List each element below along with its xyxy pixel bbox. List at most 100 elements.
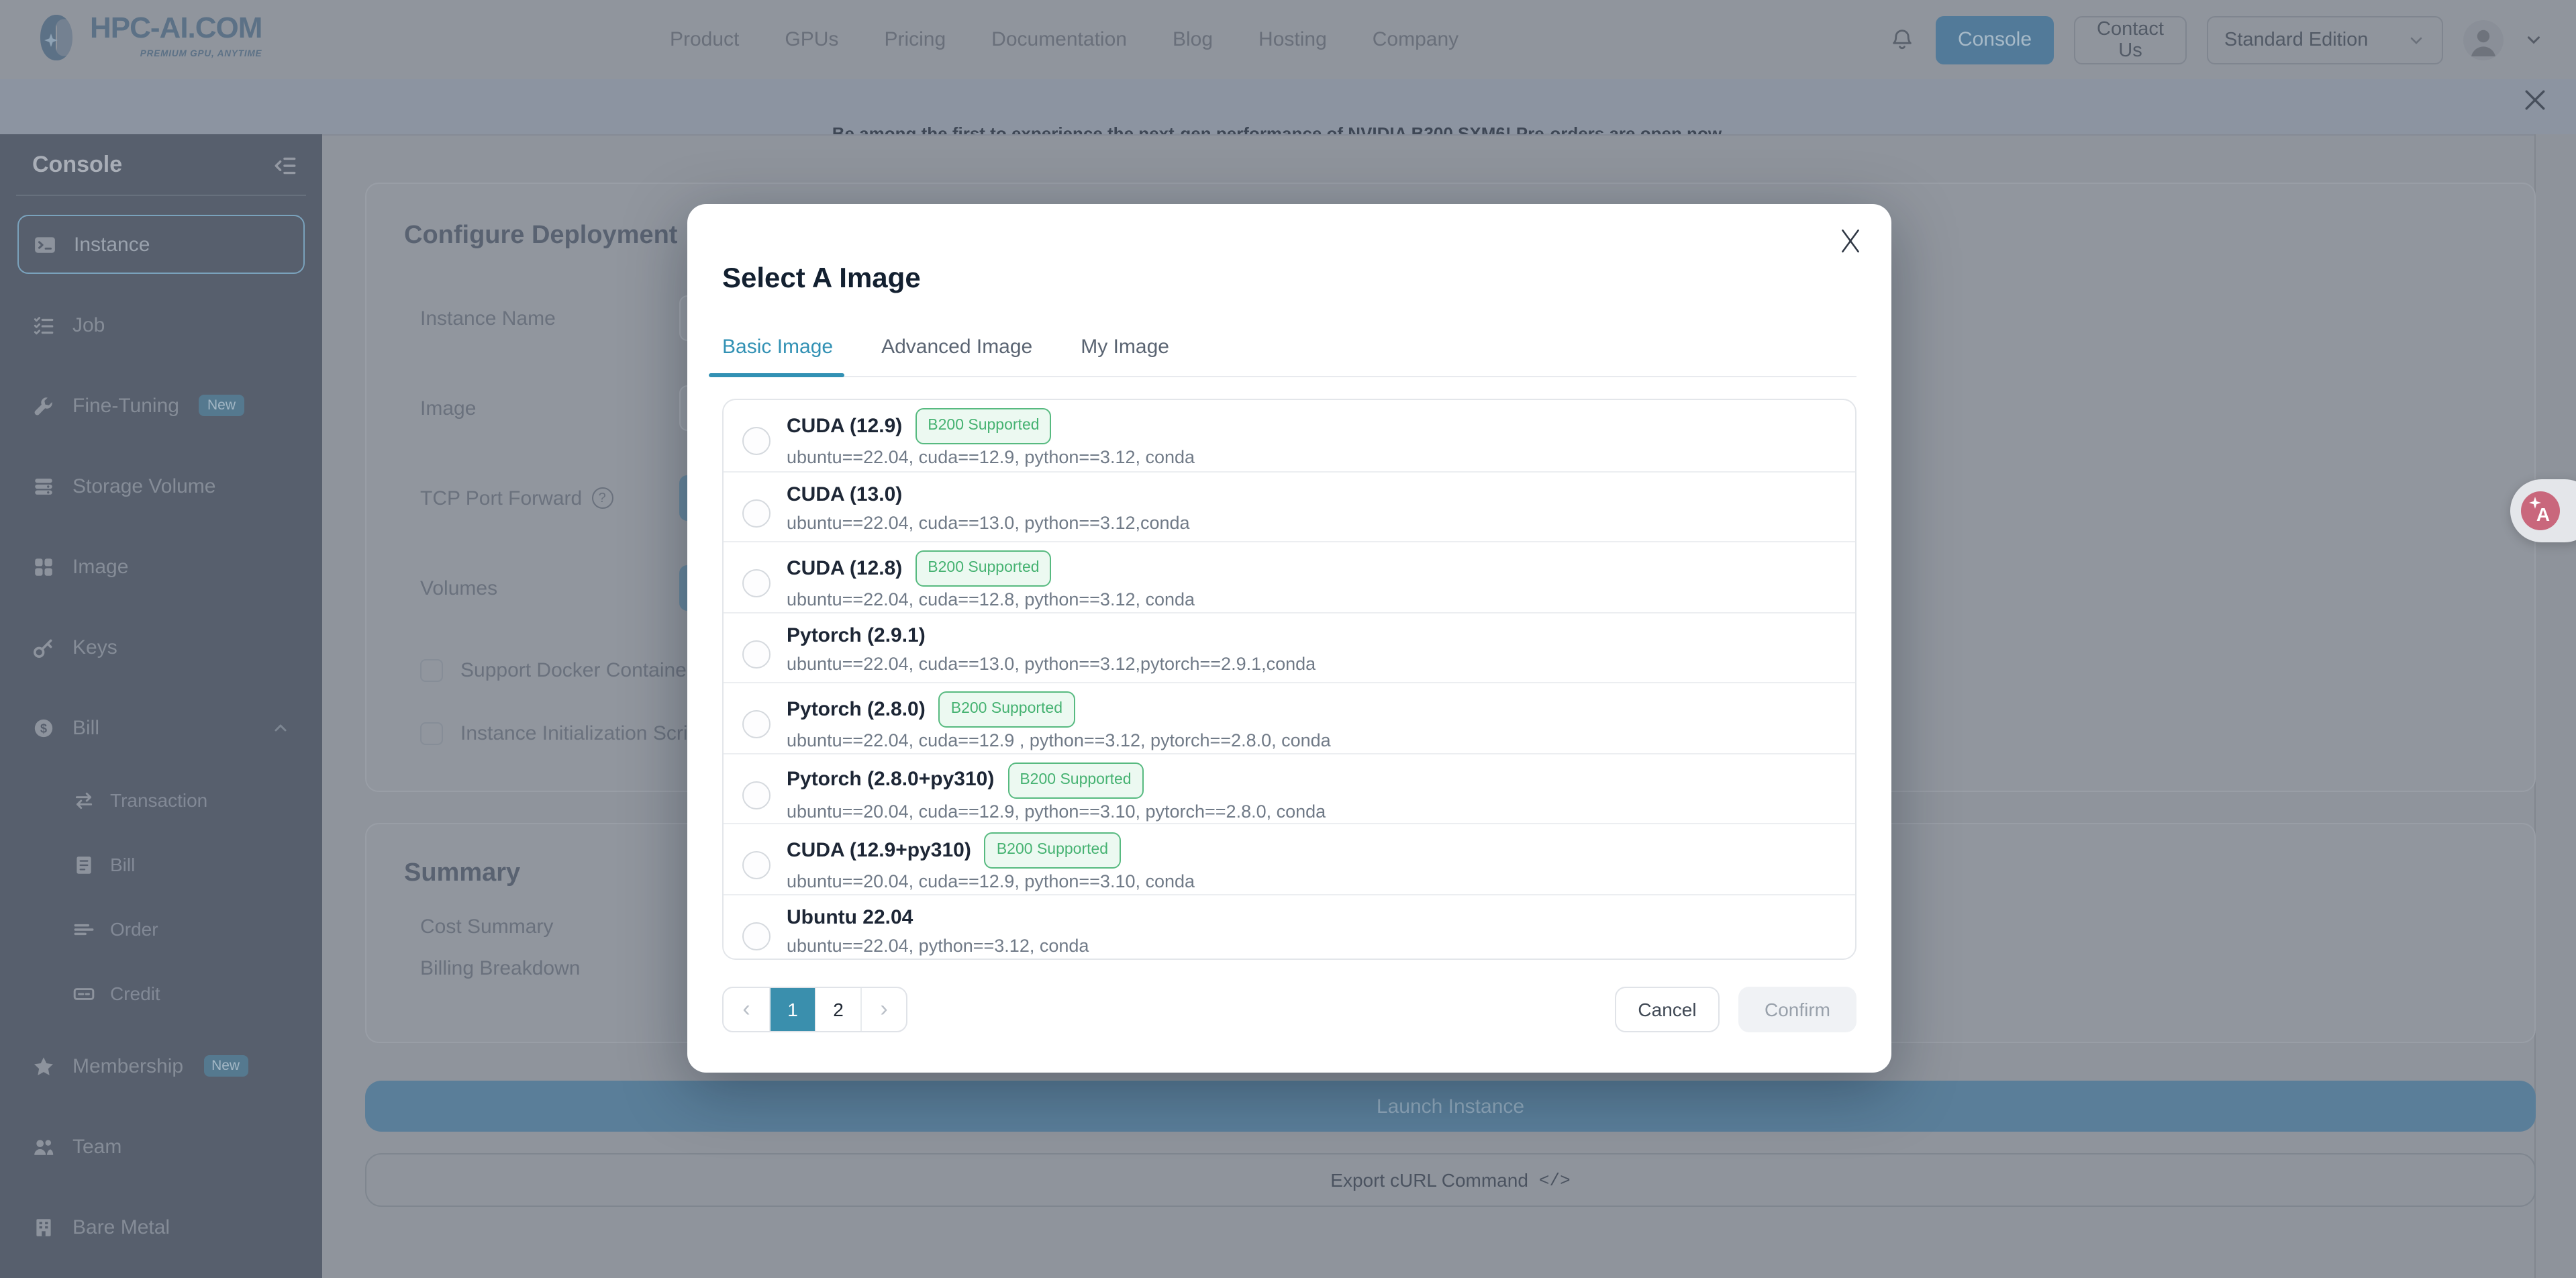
code-icon: </> xyxy=(1539,1170,1571,1190)
tab-advanced-image[interactable]: Advanced Image xyxy=(881,336,1032,358)
contact-us-button[interactable]: Contact Us xyxy=(2074,15,2187,64)
sidebar-item-label: Bare Metal xyxy=(72,1216,170,1238)
sidebar-item-keys[interactable]: Keys xyxy=(17,618,305,677)
image-option-row[interactable]: CUDA (13.0)ubuntu==22.04, cuda==13.0, py… xyxy=(724,471,1855,541)
image-description: ubuntu==20.04, cuda==12.9, python==3.10,… xyxy=(787,870,1195,894)
logo[interactable]: HPC-AI.COM PREMIUM GPU, ANYTIME xyxy=(32,8,262,67)
key-icon xyxy=(32,636,55,658)
sidebar-item-fine-tuning[interactable]: Fine-TuningNew xyxy=(17,376,305,435)
page-1-button[interactable]: 1 xyxy=(769,988,815,1031)
nav-link-gpus[interactable]: GPUs xyxy=(785,28,838,51)
nav-link-company[interactable]: Company xyxy=(1373,28,1458,51)
radio-button[interactable] xyxy=(742,710,771,738)
sidebar-item-label: Keys xyxy=(72,636,117,658)
export-curl-button[interactable]: Export cURL Command </> xyxy=(365,1153,2536,1207)
nav-link-pricing[interactable]: Pricing xyxy=(884,28,946,51)
b200-supported-badge: B200 Supported xyxy=(939,691,1075,728)
sidebar-item-transaction[interactable]: Transaction xyxy=(17,779,305,822)
image-description: ubuntu==22.04, cuda==13.0, python==3.12,… xyxy=(787,511,1190,535)
image-option-row[interactable]: Pytorch (2.8.0) B200 Supportedubuntu==22.… xyxy=(724,682,1855,752)
chevron-down-icon xyxy=(2407,30,2426,49)
image-name: Pytorch (2.8.0+py310) xyxy=(787,765,994,795)
help-icon[interactable]: ? xyxy=(591,487,613,509)
account-chevron-down-icon[interactable] xyxy=(2524,30,2544,50)
image-option-row[interactable]: CUDA (12.9+py310) B200 Supportedubuntu==2… xyxy=(724,823,1855,893)
sidebar-item-job[interactable]: Job xyxy=(17,295,305,354)
image-option-row[interactable]: Pytorch (2.8.0+py310)B200 Supportedubunt… xyxy=(724,752,1855,823)
team-icon xyxy=(32,1135,55,1158)
tab-basic-image[interactable]: Basic Image xyxy=(722,336,833,358)
sidebar-collapse-icon[interactable] xyxy=(273,152,298,178)
init-script-checkbox[interactable] xyxy=(420,722,443,745)
confirm-button[interactable]: Confirm xyxy=(1738,987,1856,1032)
sidebar-item-credit[interactable]: Credit xyxy=(17,972,305,1015)
sidebar-item-team[interactable]: Team xyxy=(17,1117,305,1176)
page-2-button[interactable]: 2 xyxy=(815,988,860,1031)
sidebar-title: Console xyxy=(32,152,122,179)
radio-button[interactable] xyxy=(742,851,771,879)
radio-button[interactable] xyxy=(742,640,771,668)
main-nav: Product GPUs Pricing Documentation Blog Hosti… xyxy=(670,0,1458,79)
image-name: CUDA (13.0) xyxy=(787,480,902,509)
banner-close-icon[interactable] xyxy=(2521,86,2548,113)
sidebar-item-label: Order xyxy=(110,918,158,940)
radio-button[interactable] xyxy=(742,499,771,527)
image-option-row[interactable]: CUDA (12.9)B200 Supportedubuntu==22.04, … xyxy=(724,400,1855,471)
nav-link-product[interactable]: Product xyxy=(670,28,739,51)
console-button[interactable]: Console xyxy=(1936,15,2054,64)
image-name: CUDA (12.9+py310) xyxy=(787,836,971,865)
launch-instance-button[interactable]: Launch Instance xyxy=(365,1081,2536,1132)
sidebar-item-storage-volume[interactable]: Storage Volume xyxy=(17,456,305,515)
b200-supported-badge: B200 Supported xyxy=(985,832,1120,869)
select-image-modal: Select A Image Basic Image Advanced Image… xyxy=(687,204,1891,1073)
translate-widget[interactable]: A xyxy=(2510,479,2576,542)
sidebar-item-label: Team xyxy=(72,1135,121,1158)
sidebar-item-label: Instance xyxy=(74,233,150,256)
svg-text:$: $ xyxy=(40,721,47,734)
radio-button[interactable] xyxy=(742,781,771,809)
edition-select[interactable]: Standard Edition xyxy=(2207,15,2443,64)
avatar[interactable] xyxy=(2463,19,2504,60)
nav-link-blog[interactable]: Blog xyxy=(1173,28,1213,51)
storage-icon xyxy=(32,475,55,497)
notification-bell-icon[interactable] xyxy=(1889,26,1916,53)
sidebar-item-instance[interactable]: Instance xyxy=(17,215,305,274)
sidebar-item-membership[interactable]: MembershipNew xyxy=(17,1036,305,1095)
cancel-button[interactable]: Cancel xyxy=(1615,987,1720,1032)
star-icon xyxy=(32,1054,55,1077)
image-name: Pytorch (2.8.0) xyxy=(787,695,926,724)
page-prev-button[interactable]: ‹ xyxy=(724,988,769,1031)
image-description: ubuntu==22.04, cuda==12.9 , python==3.12… xyxy=(787,729,1331,753)
image-name: Ubuntu 22.04 xyxy=(787,903,913,932)
receipt-icon xyxy=(72,853,95,876)
new-badge: New xyxy=(199,395,244,416)
sidebar-item-label: Storage Volume xyxy=(72,475,216,497)
app-root: HPC-AI.COM PREMIUM GPU, ANYTIME Product G… xyxy=(0,0,2576,1278)
docker-checkbox[interactable] xyxy=(420,659,443,682)
sidebar-menu: Instance Job Fine-TuningNew Storage Volume I… xyxy=(0,207,322,1257)
radio-button[interactable] xyxy=(742,427,771,455)
image-option-row[interactable]: Pytorch (2.9.1)ubuntu==22.04, cuda==13.0… xyxy=(724,611,1855,682)
page-next-button[interactable]: › xyxy=(860,988,906,1031)
sidebar-item-order[interactable]: Order xyxy=(17,907,305,950)
modal-title: Select A Image xyxy=(722,263,1856,295)
sidebar-item-label: Job xyxy=(72,313,105,336)
image-option-row[interactable]: CUDA (12.8)B200 Supportedubuntu==22.04, … xyxy=(724,541,1855,611)
logo-icon xyxy=(32,8,81,67)
pagination: ‹12› xyxy=(722,987,907,1032)
nav-link-hosting[interactable]: Hosting xyxy=(1258,28,1327,51)
radio-button[interactable] xyxy=(742,922,771,950)
sidebar-item-bill[interactable]: Bill xyxy=(17,843,305,886)
nav-link-documentation[interactable]: Documentation xyxy=(991,28,1127,51)
sidebar-item-bare-metal[interactable]: Bare Metal xyxy=(17,1197,305,1257)
radio-button[interactable] xyxy=(742,569,771,597)
image-option-row[interactable]: Ubuntu 22.04ubuntu==22.04, python==3.12,… xyxy=(724,893,1855,960)
sidebar-item-label: Image xyxy=(72,555,128,578)
image-description: ubuntu==20.04, cuda==12.9, python==3.10,… xyxy=(787,799,1326,824)
terminal-icon xyxy=(34,233,56,256)
sidebar-item-bill[interactable]: $Bill xyxy=(17,698,305,757)
tab-my-image[interactable]: My Image xyxy=(1081,336,1169,358)
modal-close-icon[interactable] xyxy=(1832,223,1867,258)
sidebar-item-image[interactable]: Image xyxy=(17,537,305,596)
image-list: CUDA (12.9)B200 Supportedubuntu==22.04, … xyxy=(722,399,1856,960)
